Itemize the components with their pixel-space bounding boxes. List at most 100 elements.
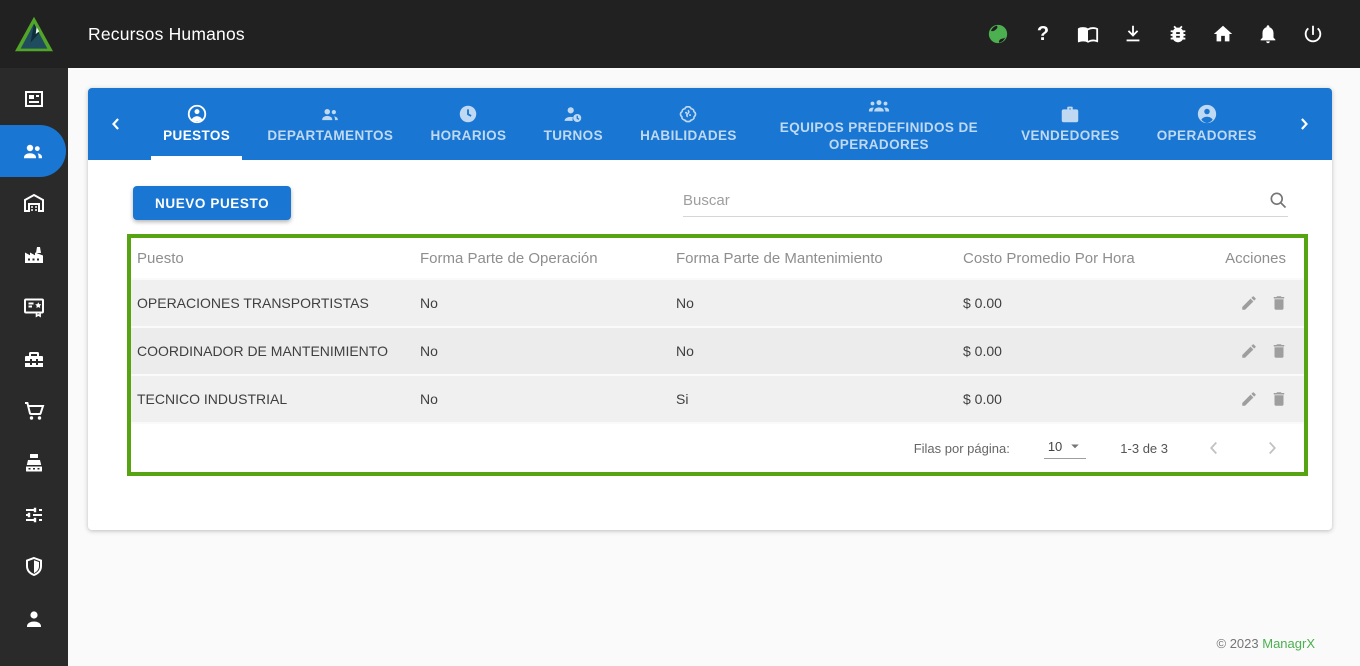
cell-operacion: No (414, 391, 670, 407)
delete-button[interactable] (1270, 294, 1288, 312)
tabs-scroll-right-button[interactable] (1282, 88, 1326, 160)
person-icon (22, 607, 46, 631)
factory-icon (22, 243, 46, 267)
shopping-cart-icon (22, 399, 46, 423)
previous-page-button[interactable] (1202, 436, 1226, 460)
notifications-bell-icon[interactable] (1257, 23, 1279, 45)
column-header-puesto: Puesto (131, 250, 414, 267)
sidebar-item-certifications[interactable] (0, 281, 68, 333)
brain-icon (677, 103, 699, 125)
sidebar-item-purchases[interactable] (0, 385, 68, 437)
tab-label: TURNOS (544, 128, 603, 144)
sidebar-item-toolbox[interactable] (0, 333, 68, 385)
rows-per-page-label: Filas por página: (914, 441, 1010, 456)
tab-vendedores[interactable]: VENDEDORES (1009, 88, 1132, 160)
chevron-left-icon (1203, 437, 1225, 459)
sidebar-item-warehouse[interactable] (0, 177, 68, 229)
sidebar-item-human-resources[interactable] (0, 125, 66, 177)
toolbar: NUEVO PUESTO (88, 160, 1332, 220)
edit-button[interactable] (1240, 390, 1258, 408)
account-circle-outline-icon (186, 103, 208, 125)
search-field (683, 190, 1288, 217)
table-header-row: Puesto Forma Parte de Operación Forma Pa… (131, 238, 1304, 278)
shield-icon (22, 555, 46, 579)
newspaper-icon (22, 87, 46, 111)
chevron-right-icon (1294, 114, 1314, 134)
brand-link[interactable]: ManagrX (1262, 636, 1315, 651)
sidebar-item-profile[interactable] (0, 593, 68, 645)
cell-costo: $ 0.00 (957, 391, 1200, 407)
sidebar-item-point-of-sale[interactable] (0, 437, 68, 489)
home-icon[interactable] (1212, 23, 1234, 45)
column-header-operacion: Forma Parte de Operación (414, 250, 670, 267)
edit-button[interactable] (1240, 342, 1258, 360)
page-title: Recursos Humanos (88, 24, 245, 45)
tab-horarios[interactable]: HORARIOS (418, 88, 518, 160)
warehouse-icon (22, 191, 46, 215)
bug-icon[interactable] (1167, 23, 1189, 45)
next-page-button[interactable] (1260, 436, 1284, 460)
sidebar-item-security[interactable] (0, 541, 68, 593)
briefcase-icon (1059, 103, 1081, 125)
tab-operadores[interactable]: OPERADORES (1145, 88, 1269, 160)
topbar-icon-group: ? (987, 23, 1360, 45)
pagination-range: 1-3 de 3 (1120, 441, 1168, 456)
pencil-icon (1240, 390, 1258, 408)
tab-puestos[interactable]: PUESTOS (151, 88, 242, 160)
pencil-icon (1240, 294, 1258, 312)
table-row: COORDINADOR DE MANTENIMIENTO No No $ 0.0… (131, 326, 1304, 374)
app-logo[interactable] (0, 15, 68, 53)
tab-departamentos[interactable]: DEPARTAMENTOS (255, 88, 405, 160)
puestos-table: Puesto Forma Parte de Operación Forma Pa… (127, 234, 1308, 476)
tab-habilidades[interactable]: HABILIDADES (628, 88, 749, 160)
sidebar (0, 68, 68, 666)
rows-per-page-select[interactable]: 10 (1044, 437, 1086, 459)
delete-button[interactable] (1270, 342, 1288, 360)
globe-icon[interactable] (987, 23, 1009, 45)
tab-bar: PUESTOS DEPARTAMENTOS HORARIOS TURNOS HA… (88, 88, 1332, 160)
cell-operacion: No (414, 343, 670, 359)
cell-mantenimiento: No (670, 343, 957, 359)
help-icon[interactable]: ? (1032, 23, 1054, 45)
tab-label: HORARIOS (430, 128, 506, 144)
delete-button[interactable] (1270, 390, 1288, 408)
sidebar-item-factory[interactable] (0, 229, 68, 281)
chevron-left-icon (106, 114, 126, 134)
tab-label: HABILIDADES (640, 128, 737, 144)
tabs-scroll-left-button[interactable] (94, 88, 138, 160)
download-icon[interactable] (1122, 23, 1144, 45)
topbar: Recursos Humanos ? (0, 0, 1360, 68)
new-puesto-button[interactable]: NUEVO PUESTO (133, 186, 291, 220)
sidebar-item-settings[interactable] (0, 489, 68, 541)
edit-button[interactable] (1240, 294, 1258, 312)
power-icon[interactable] (1302, 23, 1324, 45)
column-header-mantenimiento: Forma Parte de Mantenimiento (670, 250, 957, 267)
column-header-costo: Costo Promedio Por Hora (957, 250, 1200, 267)
tab-turnos[interactable]: TURNOS (532, 88, 615, 160)
pencil-icon (1240, 342, 1258, 360)
triangle-logo-icon (13, 15, 55, 53)
tab-label: DEPARTAMENTOS (267, 128, 393, 144)
module-card: PUESTOS DEPARTAMENTOS HORARIOS TURNOS HA… (88, 88, 1332, 530)
search-input[interactable] (683, 192, 1268, 209)
cell-mantenimiento: No (670, 295, 957, 311)
search-icon[interactable] (1268, 190, 1288, 210)
book-icon[interactable] (1077, 23, 1099, 45)
sidebar-item-news[interactable] (0, 73, 68, 125)
groups-icon (868, 95, 890, 117)
cash-register-icon (22, 451, 46, 475)
tab-label: PUESTOS (163, 128, 230, 144)
tab-label: OPERADORES (1157, 128, 1257, 144)
certificate-icon (22, 295, 46, 319)
cell-costo: $ 0.00 (957, 343, 1200, 359)
cell-puesto: COORDINADOR DE MANTENIMIENTO (131, 343, 414, 359)
tab-equipos-predefinidos[interactable]: EQUIPOS PREDEFINIDOS DE OPERADORES (762, 88, 996, 160)
people-icon (319, 103, 341, 125)
trash-icon (1270, 294, 1288, 312)
footer-copyright: © 2023 ManagrX (1217, 636, 1315, 651)
tune-icon (22, 503, 46, 527)
cell-puesto: OPERACIONES TRANSPORTISTAS (131, 295, 414, 311)
people-icon (21, 139, 45, 163)
cell-puesto: TECNICO INDUSTRIAL (131, 391, 414, 407)
person-clock-icon (562, 103, 584, 125)
